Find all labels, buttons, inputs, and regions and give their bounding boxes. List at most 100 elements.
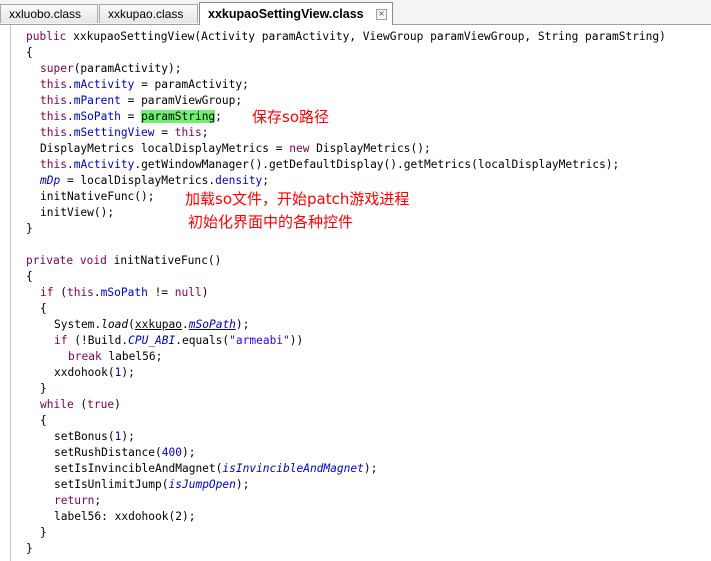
keyword: public <box>26 30 67 43</box>
code-text: = <box>154 126 175 139</box>
number: 400 <box>161 446 182 459</box>
keyword: this <box>66 286 94 299</box>
code-text: label56; <box>101 350 163 363</box>
method: load <box>101 318 129 331</box>
brace: { <box>40 414 47 427</box>
field: density <box>215 174 263 187</box>
code-text: ); <box>235 318 250 331</box>
brace: } <box>40 526 47 539</box>
code-text: xxkupaoSettingView(Activity paramActivit… <box>66 30 666 43</box>
code-text: ; <box>262 174 270 187</box>
field: mDp <box>40 174 61 187</box>
code-text: ); <box>182 446 196 459</box>
code-line: while (true) <box>40 397 121 413</box>
code-line: xxdohook(1); <box>54 365 135 381</box>
code-line: return; <box>54 493 101 509</box>
field: isInvincibleAndMagnet <box>222 462 364 475</box>
field: isJumpOpen <box>168 478 236 491</box>
keyword: this <box>40 126 67 139</box>
code-text: ) <box>201 286 209 299</box>
keyword: private <box>26 254 74 267</box>
brace: } <box>26 542 33 555</box>
keyword: while <box>40 398 74 411</box>
code-text: ); <box>121 430 135 443</box>
code-text: initView(); <box>40 206 115 219</box>
code-text: = <box>120 110 142 123</box>
code-line: this.mSettingView = this; <box>40 126 209 139</box>
code-text: ) <box>114 398 121 411</box>
annotation-save-path: 保存so路径 <box>252 108 329 126</box>
code-line: setRushDistance(400); <box>54 445 195 461</box>
code-line: { <box>26 45 33 61</box>
code-line: setIsUnlimitJump(isJumpOpen); <box>54 477 249 493</box>
code-text: != <box>147 286 175 299</box>
code-text: .equals( <box>175 334 230 347</box>
code-text: initNativeFunc(); <box>40 190 155 203</box>
keyword: this <box>40 78 67 91</box>
tab-label: xxkupaoSettingView.class <box>208 7 364 21</box>
field: CPU_ABI <box>128 334 176 347</box>
field: mSoPath <box>73 110 121 123</box>
code-line: setIsInvincibleAndMagnet(isInvincibleAnd… <box>54 461 377 477</box>
code-text: ( <box>73 398 88 411</box>
editor-gutter-line <box>10 25 11 561</box>
code-line: break label56; <box>68 349 162 365</box>
tab-xxkupaosettingview[interactable]: xxkupaoSettingView.class × <box>199 2 393 25</box>
code-text: ( <box>53 286 67 299</box>
code-line: } <box>40 525 47 541</box>
field: mSettingView <box>73 126 155 139</box>
string-literal: "armeabi" <box>229 334 290 347</box>
code-line: if (this.mSoPath != null) <box>40 286 209 299</box>
code-line: { <box>40 301 47 317</box>
annotation-init-ui: 初始化界面中的各种控件 <box>188 213 354 231</box>
code-text: DisplayMetrics localDisplayMetrics = <box>40 142 290 155</box>
field[interactable]: mSoPath <box>189 318 236 331</box>
brace: } <box>26 222 33 235</box>
code-line: super(paramActivity); <box>40 61 181 77</box>
brace: { <box>26 270 33 283</box>
field: mActivity <box>73 158 135 171</box>
brace: { <box>26 46 33 59</box>
code-editor[interactable]: public xxkupaoSettingView(Activity param… <box>0 25 711 561</box>
keyword: new <box>289 142 310 155</box>
tab-label: xxkupao.class <box>108 7 184 21</box>
keyword: super <box>40 62 74 75</box>
code-line: setBonus(1); <box>54 429 135 445</box>
keyword: if <box>40 286 54 299</box>
close-icon[interactable]: × <box>376 9 387 20</box>
keyword: null <box>174 286 202 299</box>
code-text: initNativeFunc() <box>106 254 222 267</box>
code-line: this.mParent = paramViewGroup; <box>40 94 243 107</box>
code-text: setRushDistance( <box>54 446 162 459</box>
keyword: this <box>174 126 202 139</box>
code-line: if (!Build.CPU_ABI.equals("armeabi")) <box>54 333 303 349</box>
code-text: ); <box>363 462 378 475</box>
code-text: ); <box>121 366 135 379</box>
tab-xxluobo[interactable]: xxluobo.class <box>0 4 98 23</box>
editor-tab-bar: xxluobo.class xxkupao.class xxkupaoSetti… <box>0 0 711 25</box>
keyword: this <box>40 158 67 171</box>
code-text: ; <box>201 126 209 139</box>
code-text: = localDisplayMetrics. <box>60 174 216 187</box>
keyword: true <box>87 398 115 411</box>
tab-label: xxluobo.class <box>9 7 82 21</box>
code-text: (paramActivity); <box>73 62 182 75</box>
code-text: )) <box>289 334 304 347</box>
code-line: DisplayMetrics localDisplayMetrics = new… <box>40 141 431 157</box>
field: mSoPath <box>100 286 148 299</box>
code-text: . <box>182 318 189 331</box>
tab-xxkupao[interactable]: xxkupao.class <box>99 4 198 23</box>
code-line: initView(); <box>40 205 114 221</box>
code-text: label56: xxdohook(2); <box>54 510 196 523</box>
code-text: setIsInvincibleAndMagnet( <box>54 462 223 475</box>
highlighted-param[interactable]: paramString <box>141 110 216 123</box>
code-text: DisplayMetrics(); <box>309 142 431 155</box>
class-ref[interactable]: xxkupao <box>135 318 182 331</box>
code-line: initNativeFunc(); <box>40 189 155 205</box>
code-line: } <box>26 221 33 237</box>
keyword: this <box>40 110 67 123</box>
brace: } <box>40 382 47 395</box>
code-line: { <box>26 269 33 285</box>
code-text: setIsUnlimitJump( <box>54 478 169 491</box>
code-text: ( <box>128 318 135 331</box>
